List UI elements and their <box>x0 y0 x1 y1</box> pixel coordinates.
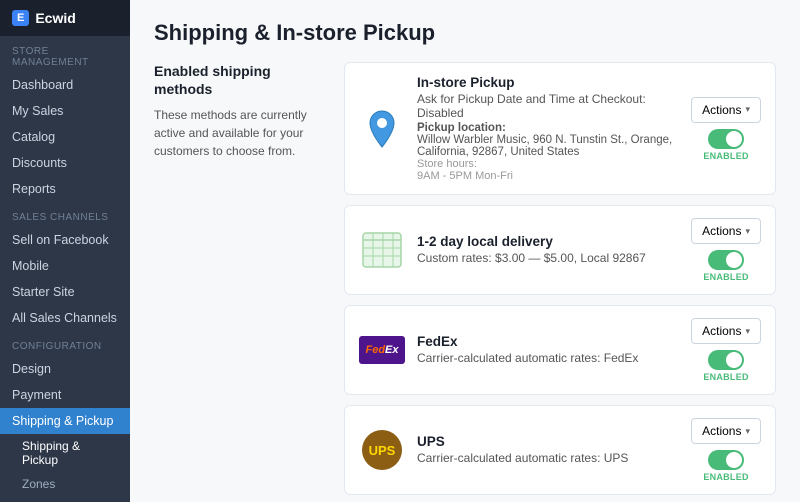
method-card-fedex: FedEx FedEx Carrier-calculated automatic… <box>344 305 776 395</box>
ecwid-logo-icon: E <box>12 10 29 26</box>
ups-actions-button[interactable]: Actions ▾ <box>691 418 761 444</box>
sidebar-item-shipping-pickup[interactable]: Shipping & Pickup <box>0 408 130 434</box>
sidebar-item-reports[interactable]: Reports <box>0 176 130 202</box>
instore-location-label: Pickup location: <box>417 122 679 134</box>
page-title: Shipping & In-store Pickup <box>154 20 776 46</box>
local-delivery-actions-button[interactable]: Actions ▾ <box>691 218 761 244</box>
ups-enabled-label: ENABLED <box>703 472 748 482</box>
sidebar-subitem-shipping-pickup[interactable]: Shipping & Pickup <box>0 434 130 472</box>
ups-actions: Actions ▾ ENABLED <box>691 418 761 482</box>
instore-actions: Actions ▾ ENABLED <box>691 97 761 161</box>
sidebar-item-design[interactable]: Design <box>0 356 130 382</box>
sidebar: E Ecwid Store management Dashboard My Sa… <box>0 0 130 502</box>
local-delivery-desc: Custom rates: $3.00 — $5.00, Local 92867 <box>417 251 679 265</box>
sidebar-item-payment[interactable]: Payment <box>0 382 130 408</box>
instore-name: In-store Pickup <box>417 75 679 90</box>
local-delivery-actions: Actions ▾ ENABLED <box>691 218 761 282</box>
method-card-instore: In-store Pickup Ask for Pickup Date and … <box>344 62 776 195</box>
ups-info: UPS Carrier-calculated automatic rates: … <box>417 434 679 467</box>
ups-desc: Carrier-calculated automatic rates: UPS <box>417 451 679 465</box>
content-layout: Enabled shipping methods These methods a… <box>154 62 776 502</box>
instore-hours-label: Store hours: <box>417 158 679 170</box>
method-card-ups: UPS UPS Carrier-calculated automatic rat… <box>344 405 776 495</box>
instore-actions-button[interactable]: Actions ▾ <box>691 97 761 123</box>
local-delivery-actions-label: Actions <box>702 224 741 238</box>
sidebar-item-dashboard[interactable]: Dashboard <box>0 72 130 98</box>
main-content: Shipping & In-store Pickup Enabled shipp… <box>130 0 800 502</box>
sidebar-item-all-sales-channels[interactable]: All Sales Channels <box>0 305 130 331</box>
brand-name: Ecwid <box>35 10 75 26</box>
instore-toggle[interactable] <box>708 129 744 149</box>
fedex-info: FedEx Carrier-calculated automatic rates… <box>417 334 679 367</box>
chevron-down-icon: ▾ <box>745 426 750 437</box>
local-delivery-toggle[interactable] <box>708 250 744 270</box>
local-delivery-icon <box>359 227 405 273</box>
sidebar-item-my-sales[interactable]: My Sales <box>0 98 130 124</box>
instore-desc: Ask for Pickup Date and Time at Checkout… <box>417 92 679 120</box>
sidebar-item-settings[interactable]: Settings <box>0 496 130 502</box>
instore-hours: 9AM - 5PM Mon-Fri <box>417 170 679 182</box>
fedex-logo: FedEx <box>359 336 405 364</box>
ups-actions-label: Actions <box>702 424 741 438</box>
chevron-down-icon: ▾ <box>745 326 750 337</box>
svg-text:UPS: UPS <box>369 443 396 458</box>
left-panel-heading: Enabled shipping methods <box>154 62 324 98</box>
instore-actions-label: Actions <box>702 103 741 117</box>
fedex-enabled-label: ENABLED <box>703 372 748 382</box>
ups-toggle-container: ENABLED <box>703 450 748 482</box>
fedex-name: FedEx <box>417 334 679 349</box>
instore-toggle-container: ENABLED <box>703 129 748 161</box>
section-label-configuration: Configuration <box>0 331 130 356</box>
fedex-toggle[interactable] <box>708 350 744 370</box>
instore-enabled-label: ENABLED <box>703 151 748 161</box>
methods-list: In-store Pickup Ask for Pickup Date and … <box>344 62 776 502</box>
ups-icon: UPS <box>359 427 405 473</box>
sidebar-item-starter-site[interactable]: Starter Site <box>0 279 130 305</box>
section-label-sales-channels: Sales channels <box>0 202 130 227</box>
fedex-actions-button[interactable]: Actions ▾ <box>691 318 761 344</box>
fedex-icon: FedEx <box>359 327 405 373</box>
sidebar-item-mobile[interactable]: Mobile <box>0 253 130 279</box>
chevron-down-icon: ▾ <box>745 226 750 237</box>
local-delivery-name: 1-2 day local delivery <box>417 234 679 249</box>
fedex-desc: Carrier-calculated automatic rates: FedE… <box>417 351 679 365</box>
instore-icon <box>359 106 405 152</box>
chevron-down-icon: ▾ <box>745 104 750 115</box>
ups-name: UPS <box>417 434 679 449</box>
fedex-actions: Actions ▾ ENABLED <box>691 318 761 382</box>
sidebar-header: E Ecwid <box>0 0 130 36</box>
sidebar-item-sell-on-facebook[interactable]: Sell on Facebook <box>0 227 130 253</box>
fedex-actions-label: Actions <box>702 324 741 338</box>
ups-toggle[interactable] <box>708 450 744 470</box>
sidebar-subitem-zones[interactable]: Zones <box>0 472 130 496</box>
sidebar-item-catalog[interactable]: Catalog <box>0 124 130 150</box>
left-panel: Enabled shipping methods These methods a… <box>154 62 324 502</box>
ups-logo: UPS <box>362 430 402 470</box>
fedex-toggle-container: ENABLED <box>703 350 748 382</box>
section-label-store-management: Store management <box>0 36 130 72</box>
local-delivery-toggle-container: ENABLED <box>703 250 748 282</box>
left-panel-description: These methods are currently active and a… <box>154 106 324 160</box>
sidebar-item-discounts[interactable]: Discounts <box>0 150 130 176</box>
instore-location: Willow Warbler Music, 960 N. Tunstin St.… <box>417 134 679 158</box>
method-card-local-delivery: 1-2 day local delivery Custom rates: $3.… <box>344 205 776 295</box>
local-delivery-info: 1-2 day local delivery Custom rates: $3.… <box>417 234 679 267</box>
local-delivery-enabled-label: ENABLED <box>703 272 748 282</box>
instore-info: In-store Pickup Ask for Pickup Date and … <box>417 75 679 182</box>
